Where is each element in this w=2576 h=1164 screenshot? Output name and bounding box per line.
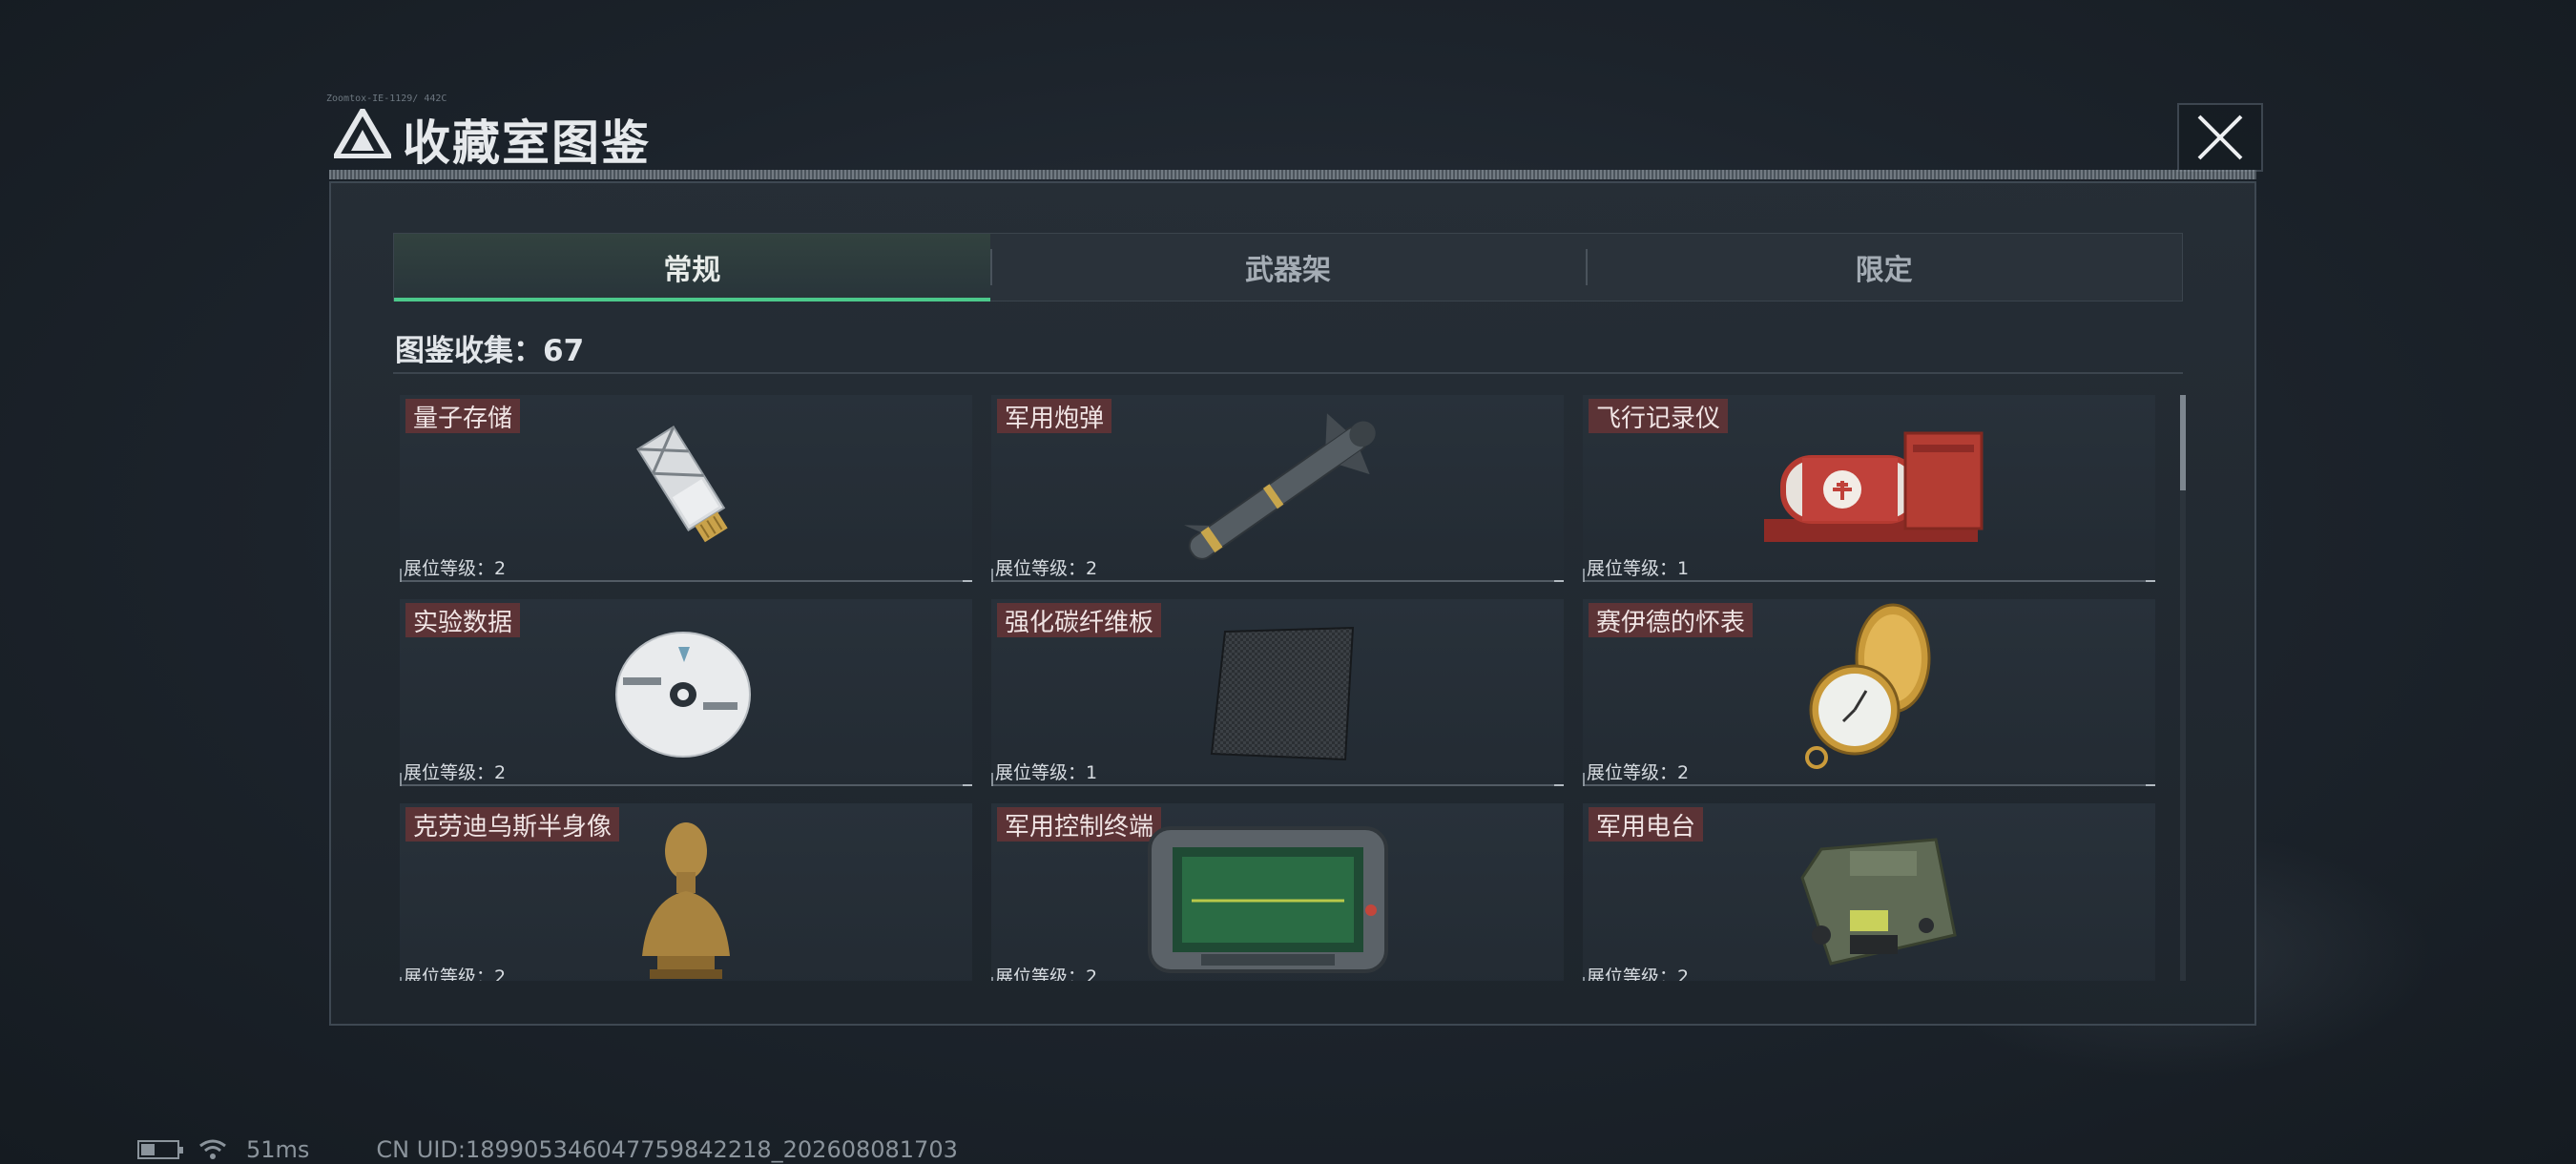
card-corner — [2146, 784, 2155, 786]
item-level: 展位等级：2 — [404, 762, 507, 783]
collection-modal: 常规 武器架 限定 图鉴收集：67 量子存储 展位等级：2 军用炮弹 展位等级：… — [329, 181, 2256, 1026]
uid-text: CN UID:18990534604775984​2218_2026080817… — [376, 1136, 958, 1163]
item-level: 展位等级：2 — [995, 558, 1098, 579]
modal-title: 收藏室图鉴 — [403, 115, 651, 171]
item-level: 展位等级：2 — [1587, 762, 1690, 783]
collection-count: 图鉴收集：67 — [395, 334, 585, 368]
item-level: 展位等级：1 — [995, 762, 1098, 783]
item-card[interactable]: 实验数据 展位等级：2 — [400, 599, 972, 786]
item-name: 军用控制终端 — [997, 807, 1162, 842]
card-corner — [963, 580, 972, 582]
disc-icon — [615, 632, 751, 758]
card-divider — [400, 784, 972, 786]
tab-regular[interactable]: 常规 — [394, 234, 990, 301]
item-name: 军用炮弹 — [997, 399, 1112, 433]
card-corner — [1583, 773, 1585, 786]
delta-logo-icon — [334, 109, 391, 158]
item-name: 军用电台 — [1589, 807, 1704, 842]
item-name: 实验数据 — [405, 603, 521, 637]
grid-scrollbar[interactable] — [2180, 395, 2186, 981]
tab-bar: 常规 武器架 限定 — [393, 233, 2183, 301]
modal-header: Zoomtox-IE-1129/ 442C 收藏室图鉴 — [322, 94, 2265, 172]
card-corner — [1583, 569, 1585, 582]
item-card[interactable]: 军用炮弹 展位等级：2 — [991, 395, 1564, 582]
item-name: 飞行记录仪 — [1589, 399, 1729, 433]
card-corner — [1583, 977, 1585, 981]
missile-icon — [1184, 413, 1376, 560]
card-divider — [991, 784, 1564, 786]
scrollbar-thumb[interactable] — [2180, 395, 2186, 490]
header-divider — [329, 170, 2256, 179]
item-level: 展位等级：2 — [404, 558, 507, 579]
item-card[interactable]: 飞行记录仪 展位等级：1 — [1583, 395, 2155, 582]
card-corner — [400, 773, 402, 786]
item-name: 量子存储 — [405, 399, 521, 433]
close-button[interactable] — [2177, 103, 2263, 172]
item-card[interactable]: 克劳迪乌斯半身像 展位等级：2 — [400, 803, 972, 981]
item-level: 展位等级：1 — [1587, 558, 1690, 579]
card-divider — [400, 580, 972, 582]
card-corner — [991, 569, 993, 582]
card-corner — [400, 977, 402, 981]
tab-limited[interactable]: 限定 — [1586, 234, 2182, 301]
item-card[interactable]: 强化碳纤维板 展位等级：1 — [991, 599, 1564, 786]
close-icon — [2197, 114, 2243, 160]
wifi-icon — [199, 1139, 226, 1159]
carbon-plate-icon — [1210, 626, 1355, 761]
card-corner — [400, 569, 402, 582]
radio-icon — [1800, 838, 1957, 966]
status-bar: 51ms CN UID:18990534604775984​2218_20260… — [137, 1136, 958, 1163]
usb-drive-icon — [636, 426, 728, 543]
card-corner — [1554, 784, 1564, 786]
card-corner — [963, 784, 972, 786]
item-card[interactable]: 赛伊德的怀表 展位等级：2 — [1583, 599, 2155, 786]
pocket-watch-icon — [1805, 603, 1931, 769]
card-divider — [1583, 784, 2155, 786]
tab-weapon-rack[interactable]: 武器架 — [989, 234, 1587, 301]
collection-divider — [393, 372, 2183, 374]
item-card[interactable]: 军用控制终端 展位等级：2 — [991, 803, 1564, 981]
battery-icon — [137, 1140, 183, 1159]
card-corner — [991, 773, 993, 786]
flight-recorder-icon — [1764, 431, 1984, 542]
card-corner — [1554, 580, 1564, 582]
card-divider — [1583, 580, 2155, 582]
item-card[interactable]: 军用电台 展位等级：2 — [1583, 803, 2155, 981]
item-name: 赛伊德的怀表 — [1589, 603, 1754, 637]
item-name: 克劳迪乌斯半身像 — [405, 807, 620, 842]
item-card[interactable]: 量子存储 展位等级：2 — [400, 395, 972, 582]
item-grid: 量子存储 展位等级：2 军用炮弹 展位等级：2 飞行记录仪 展位等级：1 实验数… — [400, 395, 2174, 981]
item-level: 展位等级：2 — [995, 967, 1098, 981]
header-code-text: Zoomtox-IE-1129/ 442C — [326, 94, 447, 104]
card-corner — [991, 977, 993, 981]
item-name: 强化碳纤维板 — [997, 603, 1162, 637]
latency-text: 51ms — [246, 1136, 310, 1163]
bust-icon — [642, 822, 730, 979]
item-level: 展位等级：2 — [404, 967, 507, 981]
card-corner — [2146, 580, 2155, 582]
item-level: 展位等级：2 — [1587, 967, 1690, 981]
card-divider — [991, 580, 1564, 582]
terminal-icon — [1148, 826, 1388, 973]
